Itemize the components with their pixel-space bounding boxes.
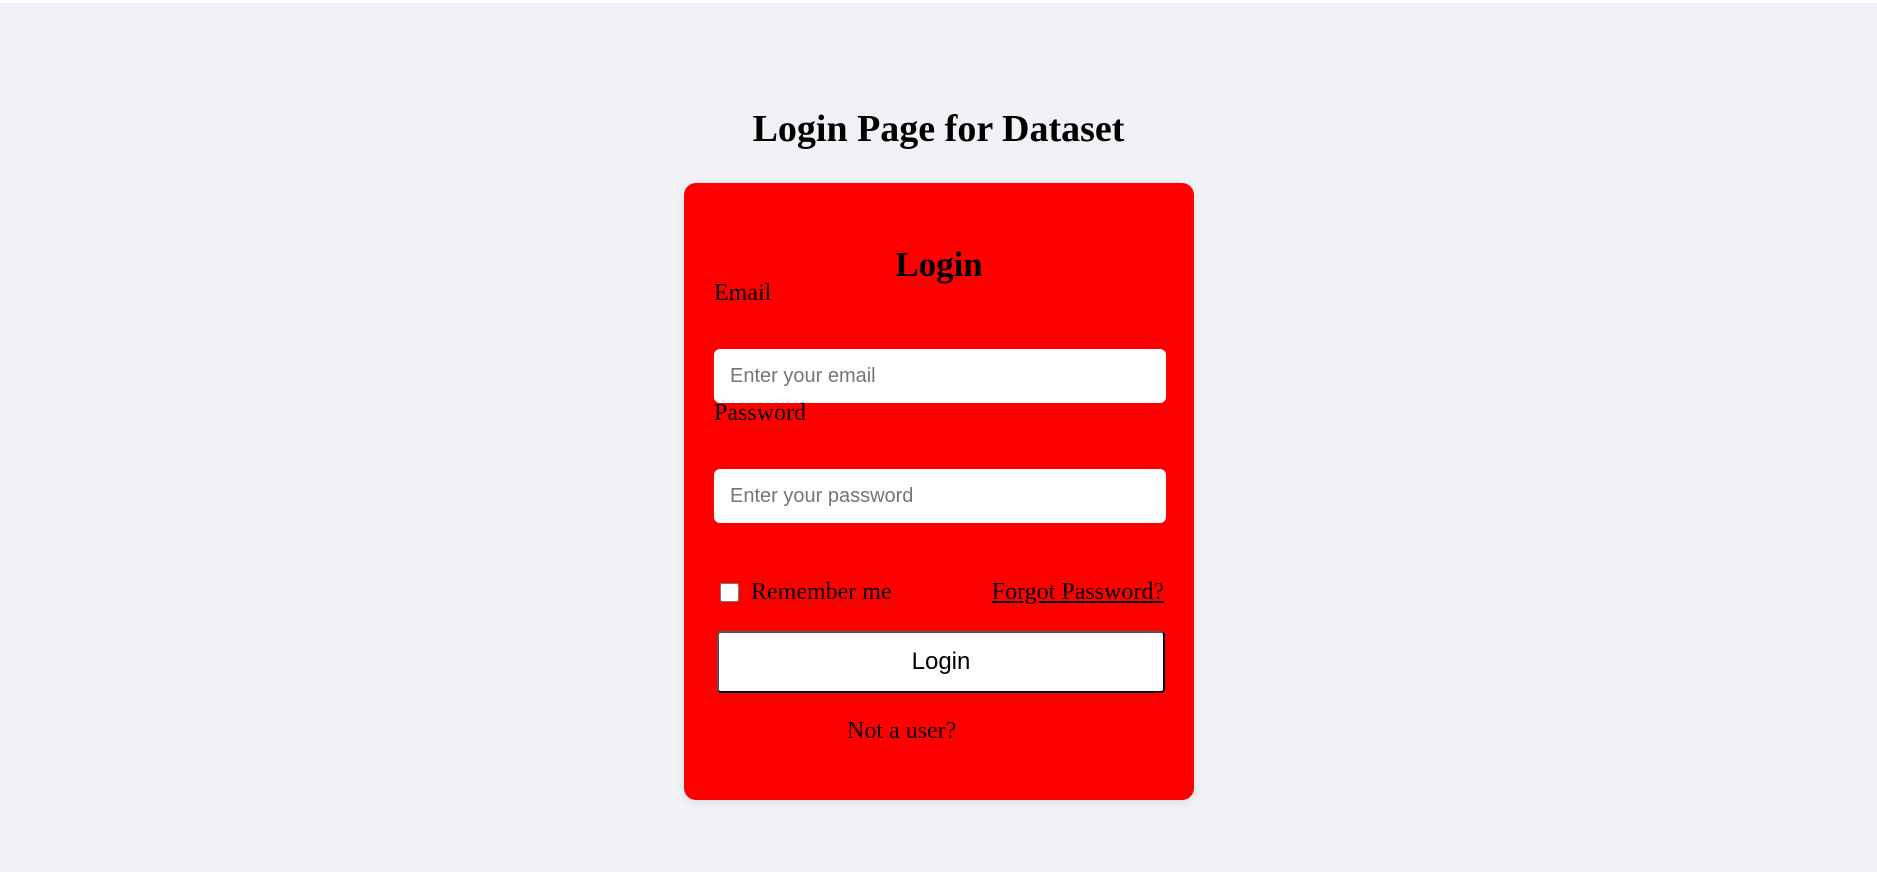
remember-me-checkbox[interactable]	[720, 582, 739, 602]
forgot-password-link[interactable]: Forgot Password?	[992, 579, 1164, 606]
options-row: Remember me Forgot Password?	[720, 577, 1164, 607]
login-card: Login Email Password Remember me Forgot …	[684, 183, 1194, 800]
login-heading: Login	[895, 245, 983, 284]
email-input[interactable]	[714, 349, 1166, 403]
email-label: Email	[714, 280, 772, 306]
password-input[interactable]	[714, 469, 1166, 523]
page-title: Login Page for Dataset	[752, 108, 1125, 150]
login-button[interactable]: Login	[717, 631, 1165, 693]
remember-me[interactable]: Remember me	[720, 579, 892, 606]
password-label: Password	[714, 400, 807, 426]
remember-me-label: Remember me	[751, 578, 892, 605]
not-a-user-link[interactable]: Not a user?	[847, 718, 956, 745]
